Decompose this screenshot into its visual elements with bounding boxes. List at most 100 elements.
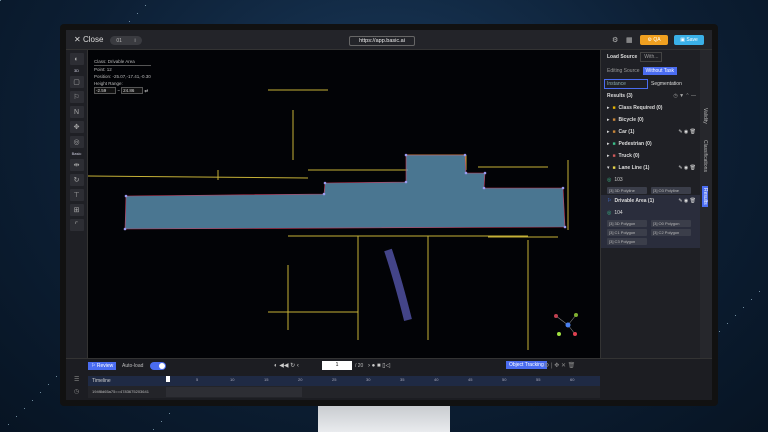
- class-row[interactable]: ▸ ■ Car (1) ✎ ◉ 🗑: [601, 126, 700, 138]
- results-actions-icon[interactable]: ◷ ▼ ⌃ —: [673, 93, 696, 99]
- list-icon[interactable]: ☰: [74, 376, 79, 383]
- rotate-icon[interactable]: ↻: [69, 174, 84, 186]
- editing-source-button[interactable]: Without Task: [642, 67, 678, 75]
- clock-icon[interactable]: ◷: [74, 388, 79, 395]
- playback-controls[interactable]: ◐ ◀◀ ↻ ‹: [274, 362, 299, 369]
- class-row[interactable]: ▸ ■ Class Required (0): [601, 102, 700, 114]
- class-row[interactable]: ▸ ■ Bicycle (0): [601, 114, 700, 126]
- object-tracking-button[interactable]: Object Tracking: [506, 361, 547, 369]
- expand-icon[interactable]: ▸: [607, 141, 610, 147]
- polygon-item[interactable]: [3] C2 Polygon: [651, 229, 691, 236]
- polyline-tool-icon[interactable]: N: [69, 106, 84, 118]
- fit-icon[interactable]: ⇹: [69, 159, 84, 171]
- lane-object-id[interactable]: 103: [614, 177, 622, 183]
- corner-tool-icon[interactable]: ⌜: [69, 219, 84, 231]
- class-icon: ■: [612, 105, 616, 111]
- timeline-tick: 10: [230, 377, 235, 382]
- playhead-handle[interactable]: [166, 376, 170, 382]
- expand-icon[interactable]: ▸: [607, 129, 610, 135]
- point-cloud-canvas[interactable]: Class: Drivable Area Point: 12 Position:…: [87, 50, 600, 358]
- target-tool-icon[interactable]: ◎: [69, 136, 84, 148]
- autoload-toggle[interactable]: [150, 362, 166, 370]
- editing-source-label: Editing Source: [607, 68, 640, 74]
- edit-view-delete-icons[interactable]: ✎ ◉ 🗑: [678, 165, 696, 171]
- playback-controls-right[interactable]: › ● ■ ▯◁: [368, 362, 390, 369]
- star: [743, 307, 744, 308]
- edit-view-delete-icons[interactable]: ✎ ◉ 🗑: [678, 129, 696, 135]
- star: [129, 21, 130, 22]
- class-icon: ■: [612, 117, 616, 123]
- class-row[interactable]: ▾ ■ Lane Line (1) ✎ ◉ 🗑: [601, 162, 700, 174]
- star: [727, 323, 728, 324]
- frame-input[interactable]: 1: [322, 361, 352, 370]
- timeline-tick: 15: [264, 377, 269, 382]
- track-bar[interactable]: [166, 387, 302, 397]
- load-source-select[interactable]: With...: [640, 52, 663, 62]
- height-min-input[interactable]: [94, 87, 116, 94]
- star: [8, 424, 9, 425]
- expand-icon[interactable]: ▸: [607, 153, 610, 159]
- polygon-item[interactable]: [3] 3D Polygon: [607, 220, 647, 227]
- star: [48, 384, 49, 385]
- tab-classifications[interactable]: Classifications: [702, 140, 708, 172]
- class-row[interactable]: ▸ ■ Truck (0): [601, 150, 700, 162]
- results-label: Results (3): [607, 93, 633, 99]
- lane-item[interactable]: [3] O3 Polyline: [651, 187, 691, 194]
- star: [759, 291, 760, 292]
- tab-segmentation[interactable]: Segmentation: [651, 81, 682, 87]
- qa-button[interactable]: ⚙ QA: [640, 35, 668, 45]
- swap-icon[interactable]: ⇄: [144, 88, 148, 93]
- polygon-item[interactable]: [3] O0 Polygon: [651, 220, 691, 227]
- star: [24, 408, 25, 409]
- star: [153, 429, 154, 430]
- move-tool-icon[interactable]: ✥: [69, 121, 84, 133]
- lidar-rings: [384, 248, 412, 321]
- edit-view-delete-icons[interactable]: ✎ ◉ 🗑: [678, 198, 696, 204]
- mode-label: 3D: [73, 68, 80, 73]
- timeline-tick: 60: [570, 377, 575, 382]
- tab-instance[interactable]: Instance: [604, 79, 648, 89]
- close-button[interactable]: ✕ Close: [74, 35, 103, 44]
- tracking-settings-icons[interactable]: ⚙ | ✥ ✕ 🗑: [544, 362, 575, 369]
- info-overlay: Class: Drivable Area Point: 12 Position:…: [94, 58, 151, 94]
- load-source-label: Load Source: [607, 54, 638, 60]
- polygon-item[interactable]: [3] C1 Polygon: [607, 229, 647, 236]
- settings-icon[interactable]: ⚙: [612, 36, 618, 44]
- box-tool-icon[interactable]: ▢: [69, 76, 84, 88]
- lane-item[interactable]: [3] 3D Polyline: [607, 187, 647, 194]
- height-max-input[interactable]: [121, 87, 144, 94]
- position-line: Position: -25.07,-17.41,-0.30: [94, 74, 151, 79]
- expand-icon[interactable]: ▸: [607, 117, 610, 123]
- url-display[interactable]: https://app.basic.ai: [349, 36, 415, 46]
- class-icon: ■: [612, 165, 616, 171]
- vertical-tab-strip: Validity Classifications Results: [700, 50, 712, 358]
- point-cloud-view: [87, 89, 578, 350]
- review-button[interactable]: ⚐ Review: [88, 362, 117, 370]
- tab-validity[interactable]: Validity: [702, 108, 708, 124]
- grid-tool-icon[interactable]: ⊞: [69, 204, 84, 216]
- expand-icon[interactable]: ▾: [607, 165, 610, 171]
- save-button[interactable]: ▣ Save: [674, 35, 704, 45]
- class-line: Class: Drivable Area: [94, 58, 151, 66]
- drivable-object-id[interactable]: 104: [614, 210, 622, 216]
- class-row[interactable]: ▸ ■ Pedestrian (0): [601, 138, 700, 150]
- frame-pill[interactable]: 01 i: [110, 36, 142, 45]
- timeline-tick: 40: [434, 377, 439, 382]
- info-icon[interactable]: i: [135, 38, 136, 44]
- grid-icon[interactable]: ▦: [626, 36, 633, 44]
- monitor-stand: [318, 406, 450, 432]
- timeline-tick: 50: [502, 377, 507, 382]
- polygon-item[interactable]: [3] C3 Polygon: [607, 238, 647, 245]
- timeline-ruler[interactable]: Timeline 5 10 15 20 25 30 35 40 45 50 55 60: [88, 376, 600, 386]
- tab-results[interactable]: Results: [702, 186, 708, 207]
- drivable-area-class[interactable]: Drivable Area (1): [614, 198, 654, 204]
- view-mode-icon[interactable]: ◐: [69, 53, 84, 65]
- filter-tool-icon[interactable]: ⊤: [69, 189, 84, 201]
- track-label[interactable]: 194f8d65a75==4783675203641: [92, 389, 149, 394]
- left-toolbar: ◐ 3D ▢ ⚐ N ✥ ◎ Basic ⇹ ↻ ⊤ ⊞ ⌜: [66, 50, 88, 358]
- flag-tool-icon[interactable]: ⚐: [69, 91, 84, 103]
- timeline-tick: 55: [536, 377, 541, 382]
- drivable-area-icon: ⚐: [607, 198, 612, 204]
- expand-icon[interactable]: ▸: [607, 105, 610, 111]
- frame-total: / 20: [355, 363, 364, 369]
